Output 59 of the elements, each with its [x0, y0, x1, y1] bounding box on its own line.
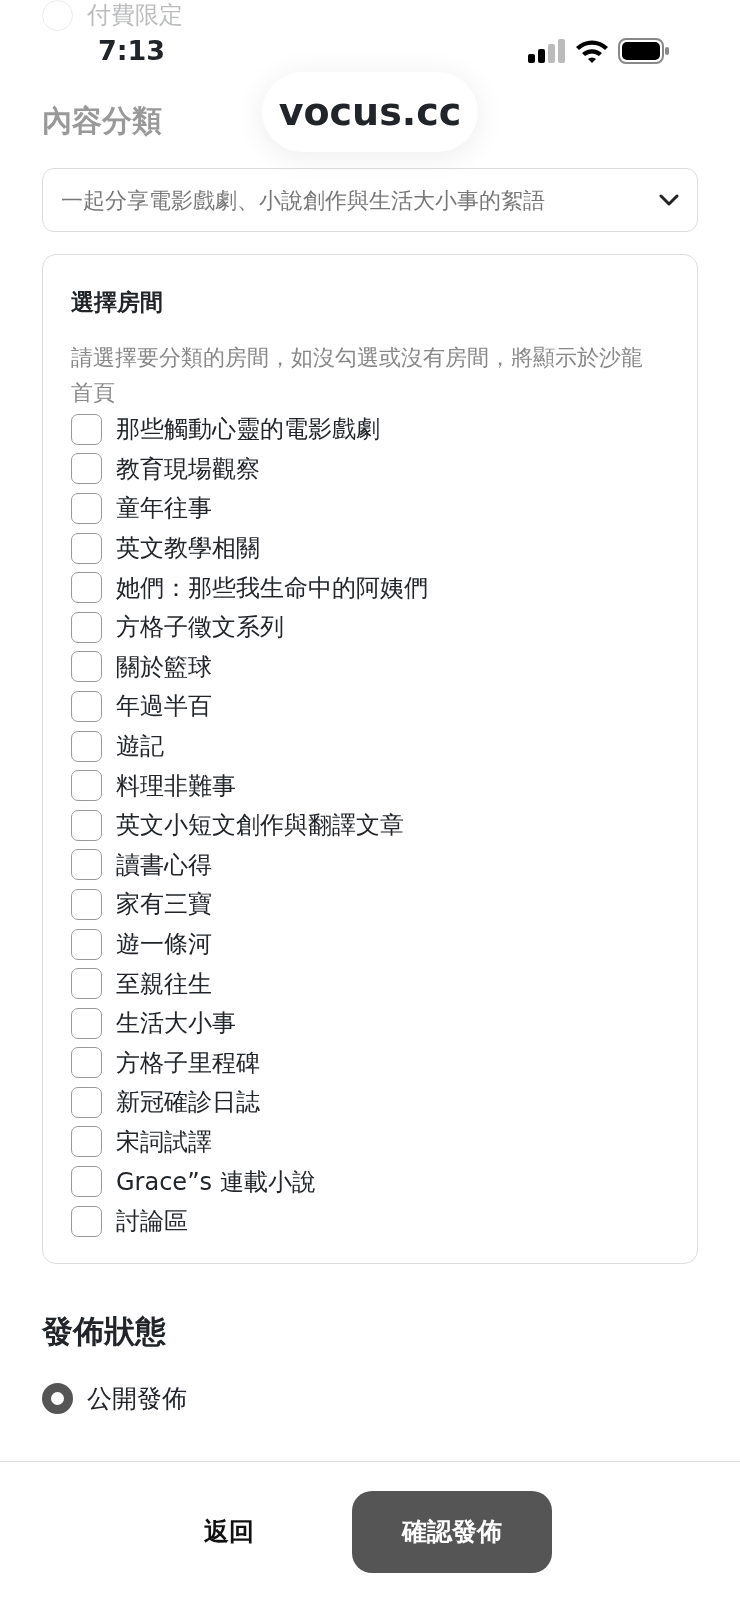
section-title: 內容分類 — [42, 101, 162, 140]
checkbox-label: 方格子徵文系列 — [116, 612, 284, 644]
checkbox-label: 年過半百 — [116, 691, 212, 723]
checkbox-label: 童年往事 — [116, 493, 212, 525]
checkbox[interactable] — [71, 1126, 102, 1158]
checkbox-label: 新冠確診日誌 — [116, 1087, 260, 1119]
checkbox[interactable] — [71, 730, 102, 762]
checkbox[interactable] — [71, 572, 102, 604]
checkbox-label: 方格子里程碑 — [116, 1047, 260, 1079]
checkbox-label: 英文小短文創作與翻譯文章 — [116, 810, 404, 842]
checkbox[interactable] — [71, 809, 102, 841]
url-pill: vocus.cc — [262, 72, 478, 152]
status-time: 7:13 — [98, 33, 166, 68]
checkbox-label: 宋詞試譯 — [116, 1127, 212, 1158]
checkbox-label: 讀書心得 — [116, 849, 212, 881]
radio-label: 公開發佈 — [87, 1382, 187, 1415]
checkbox-label: 遊記 — [116, 731, 164, 763]
checkbox-label: 英文教學相關 — [116, 533, 260, 565]
checkbox[interactable] — [71, 968, 102, 1000]
checkbox[interactable] — [71, 1166, 102, 1198]
battery-icon — [618, 38, 670, 64]
radio-button[interactable] — [42, 1382, 73, 1414]
chevron-down-icon — [659, 194, 679, 206]
checkbox-label: 遊一條河 — [116, 929, 212, 960]
checkbox[interactable] — [71, 611, 102, 643]
category-select[interactable]: 一起分享電影戲劇、小說創作與生活大小事的絮語 — [42, 168, 698, 232]
confirm-publish-button[interactable]: 確認發佈 — [352, 1490, 552, 1573]
back-button[interactable]: 返回 — [198, 1511, 260, 1552]
checkbox-label: 她們：那些我生命中的阿姨們 — [116, 572, 428, 604]
checkbox-label: 料理非難事 — [116, 770, 236, 802]
checkbox[interactable] — [71, 651, 102, 683]
checkbox[interactable] — [71, 1205, 102, 1237]
checkbox[interactable] — [71, 532, 102, 564]
card-hint: 請選擇要分類的房間，如沒勾選或沒有房間，將顯示於沙龍首頁 — [71, 343, 643, 407]
signal-icon — [528, 39, 566, 63]
checkbox[interactable] — [71, 849, 102, 881]
select-value: 一起分享電影戲劇、小說創作與生活大小事的絮語 — [61, 186, 545, 215]
checkbox[interactable] — [71, 1047, 102, 1079]
section-title: 發佈狀態 — [42, 1311, 167, 1351]
checkbox[interactable] — [71, 690, 102, 722]
checkbox[interactable] — [71, 1086, 102, 1118]
checkbox-label: 生活大小事 — [116, 1008, 236, 1040]
checkbox[interactable] — [71, 493, 102, 524]
radio-label: 付費限定 — [87, 0, 183, 30]
checkbox[interactable] — [71, 453, 102, 485]
checkbox[interactable] — [71, 413, 102, 445]
checkbox-label: 那些觸動心靈的電影戲劇 — [116, 414, 380, 446]
checkbox-label: 教育現場觀察 — [116, 453, 260, 485]
checkbox-label: 討論區 — [116, 1206, 188, 1238]
checkbox[interactable] — [71, 888, 102, 920]
card-title: 選擇房間 — [71, 288, 164, 317]
checkbox[interactable] — [71, 770, 102, 802]
checkbox-label: 關於籃球 — [116, 651, 212, 683]
checkbox[interactable] — [71, 928, 102, 960]
checkbox-label: 家有三寶 — [116, 889, 212, 921]
checkbox-label: 至親往生 — [116, 968, 212, 1000]
checkbox[interactable] — [71, 1007, 102, 1039]
checkbox-label: Grace”s 連載小說 — [116, 1166, 316, 1198]
wifi-icon — [574, 38, 610, 64]
